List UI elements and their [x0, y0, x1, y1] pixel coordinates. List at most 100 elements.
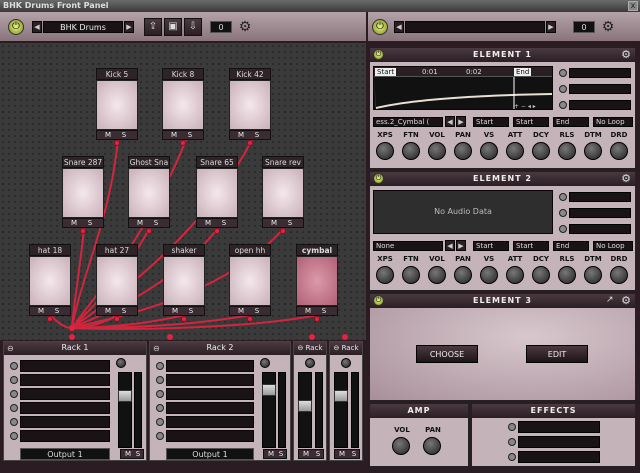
- amp-vol-knob[interactable]: [392, 437, 410, 455]
- mute-button[interactable]: M: [301, 307, 315, 316]
- pad-hat-18[interactable]: hat 18 MS: [29, 244, 71, 322]
- knob-xps[interactable]: [376, 142, 394, 160]
- rack-slot[interactable]: [20, 430, 110, 442]
- rack-1-collapse-icon[interactable]: ⊖: [7, 344, 14, 353]
- knob-vol[interactable]: [428, 266, 446, 284]
- effect-slot[interactable]: [518, 421, 600, 433]
- pad-cymbal[interactable]: cymbal MS: [296, 244, 338, 322]
- knob-rls[interactable]: [558, 142, 576, 160]
- element-2-file-prev[interactable]: ◀: [445, 240, 455, 251]
- element-1-file-next[interactable]: ▶: [456, 116, 466, 127]
- rack-2-collapse-icon[interactable]: ⊖: [153, 344, 160, 353]
- knob-dcy[interactable]: [532, 266, 550, 284]
- end-marker[interactable]: End: [514, 68, 532, 76]
- element-2-send-dot[interactable]: [559, 193, 567, 201]
- rack-slot-dot[interactable]: [156, 432, 164, 440]
- element-1-send-slot[interactable]: [569, 68, 631, 78]
- pad-output-port[interactable]: [280, 228, 286, 234]
- pad-hit-area-selected[interactable]: [296, 256, 338, 306]
- mute-button[interactable]: M: [267, 219, 281, 228]
- rack-2-output[interactable]: Output 1: [166, 448, 254, 460]
- pad-kick-42[interactable]: Kick 42 MS: [229, 68, 271, 146]
- rack-slot[interactable]: [166, 402, 254, 414]
- rack-slot[interactable]: [166, 430, 254, 442]
- pad-hit-area[interactable]: [96, 80, 138, 130]
- element-2-end-field[interactable]: End: [553, 241, 589, 251]
- element-1-send-dot[interactable]: [559, 101, 567, 109]
- rack-slot[interactable]: [166, 374, 254, 386]
- pad-output-port[interactable]: [247, 316, 253, 322]
- waveform-zoom-icons[interactable]: + − ◂ ▸: [514, 103, 536, 110]
- pad-hit-area[interactable]: [29, 256, 71, 306]
- pad-output-port[interactable]: [146, 228, 152, 234]
- knob-pan[interactable]: [454, 266, 472, 284]
- mute-button[interactable]: M: [101, 131, 115, 140]
- pad-output-port[interactable]: [80, 228, 86, 234]
- rack-slot-dot[interactable]: [10, 390, 18, 398]
- effect-slot[interactable]: [518, 451, 600, 463]
- knob-pan[interactable]: [454, 142, 472, 160]
- rack-1-fader-handle[interactable]: [118, 390, 132, 402]
- pad-output-port[interactable]: [214, 228, 220, 234]
- element-2-send-slot[interactable]: [569, 208, 631, 218]
- pad-hat-27[interactable]: hat 27 MS: [96, 244, 138, 322]
- choose-button[interactable]: CHOOSE: [416, 345, 478, 363]
- element-2-power-icon[interactable]: ⏻: [373, 173, 384, 184]
- solo-button[interactable]: S: [250, 307, 264, 316]
- knob-dtm[interactable]: [584, 142, 602, 160]
- element-2-file-next[interactable]: ▶: [456, 240, 466, 251]
- rack-slot-dot[interactable]: [156, 404, 164, 412]
- mute-button[interactable]: M: [34, 307, 48, 316]
- element-1-send-slot[interactable]: [569, 84, 631, 94]
- rack-slot-dot[interactable]: [10, 376, 18, 384]
- pad-output-port[interactable]: [180, 140, 186, 146]
- pad-snare-rev[interactable]: Snare rev MS: [262, 156, 304, 234]
- solo-button[interactable]: S: [250, 131, 264, 140]
- pad-output-port[interactable]: [47, 316, 53, 322]
- pad-output-port[interactable]: [314, 316, 320, 322]
- knob-ftn[interactable]: [402, 142, 420, 160]
- element-3-power-icon[interactable]: ⏻: [373, 295, 384, 306]
- rack-1-pan-knob[interactable]: [116, 358, 126, 368]
- pad-hit-area[interactable]: [229, 256, 271, 306]
- element-1-send-dot[interactable]: [559, 69, 567, 77]
- element-name-field[interactable]: [405, 21, 545, 33]
- effect-slot-dot[interactable]: [508, 453, 516, 461]
- knob-drd[interactable]: [610, 266, 628, 284]
- solo-button[interactable]: S: [149, 219, 163, 228]
- element-1-power-icon[interactable]: ⏻: [373, 49, 384, 60]
- pad-hit-area[interactable]: [196, 168, 238, 218]
- element-2-start-field[interactable]: Start: [473, 241, 509, 251]
- knob-att[interactable]: [506, 266, 524, 284]
- knob-vs[interactable]: [480, 142, 498, 160]
- rack-slot[interactable]: [20, 388, 110, 400]
- knob-xps[interactable]: [376, 266, 394, 284]
- rack-slot[interactable]: [166, 416, 254, 428]
- rack-3-fader-handle[interactable]: [298, 400, 312, 412]
- element-2-send-slot[interactable]: [569, 224, 631, 234]
- mute-button[interactable]: M: [167, 131, 181, 140]
- rack-4-fader-handle[interactable]: [334, 390, 348, 402]
- solo-button[interactable]: S: [311, 450, 325, 459]
- rack-3-pan-knob[interactable]: [305, 358, 315, 368]
- solo-button[interactable]: S: [217, 219, 231, 228]
- pad-output-port[interactable]: [247, 140, 253, 146]
- solo-button[interactable]: S: [50, 307, 64, 316]
- pad-snare-287[interactable]: Snare 287 MS: [62, 156, 104, 234]
- rack-slot[interactable]: [20, 416, 110, 428]
- element-2-file-field[interactable]: None: [373, 241, 443, 251]
- knob-dtm[interactable]: [584, 266, 602, 284]
- mute-button[interactable]: M: [67, 219, 81, 228]
- rack-slot-dot[interactable]: [10, 432, 18, 440]
- pad-snare-65[interactable]: Snare 65 MS: [196, 156, 238, 234]
- pad-hit-area[interactable]: [162, 80, 204, 130]
- effect-slot[interactable]: [518, 436, 600, 448]
- element-1-start-field[interactable]: Start: [473, 117, 509, 127]
- rack-slot[interactable]: [166, 388, 254, 400]
- rack-slot[interactable]: [20, 360, 110, 372]
- element-1-gear-icon[interactable]: ⚙: [618, 47, 634, 63]
- knob-dcy[interactable]: [532, 142, 550, 160]
- effect-slot-dot[interactable]: [508, 438, 516, 446]
- knob-ftn[interactable]: [402, 266, 420, 284]
- rack-slot[interactable]: [20, 402, 110, 414]
